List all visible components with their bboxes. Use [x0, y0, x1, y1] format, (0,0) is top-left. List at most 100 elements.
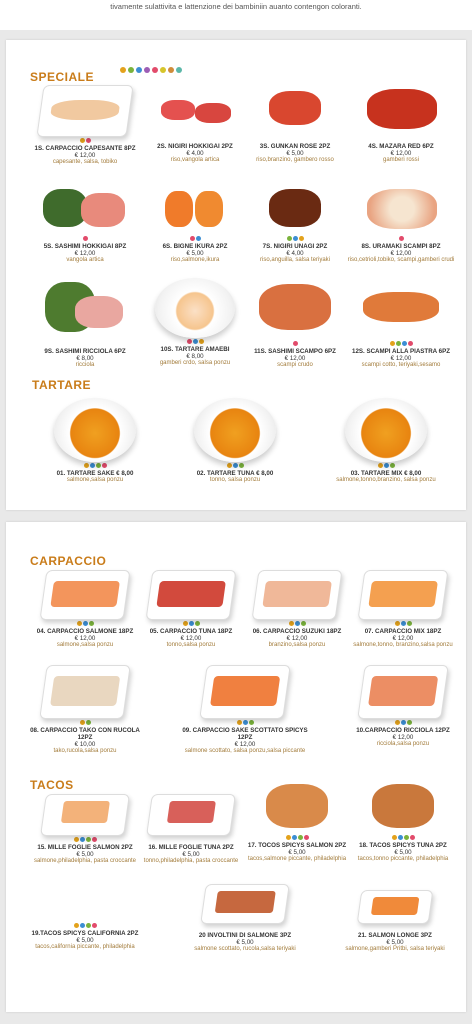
dish-image — [251, 85, 339, 135]
item-desc: riso,salmone,ikura — [170, 257, 220, 263]
dish-image — [357, 278, 445, 340]
item-desc: tacos,salmone piccante, philadelphia — [247, 856, 347, 862]
menu-item: 16. MILLE FOGLIE TUNA 2PZ € 5,00 tonno,p… — [136, 794, 246, 865]
allergen-icon — [144, 67, 150, 73]
item-price: € 12,00 — [390, 150, 412, 157]
menu-item: 18. TACOS SPICYS TUNA 2PZ € 5,00 tacos,t… — [348, 778, 458, 863]
item-desc: salmone scottato, salsa ponzu,salsa picc… — [184, 748, 306, 754]
allergen-icon — [176, 67, 182, 73]
dish-image — [151, 85, 239, 135]
item-desc: gamberi crdo, salsa ponzu — [159, 360, 231, 366]
dish-image — [39, 570, 131, 620]
dish-image — [256, 778, 338, 834]
item-desc: tonno,salsa ponzu — [166, 642, 216, 648]
item-price: € 12,00 — [392, 635, 414, 642]
item-name: 09. CARPACCIO SAKE SCOTTATO SPICYS 12PZ — [182, 727, 308, 741]
item-desc: tacos,california piccante, philadelphia — [35, 944, 135, 950]
section-title-carpaccio: CARPACCIO — [30, 554, 107, 568]
allergen-mini-icons — [140, 136, 250, 141]
allergen-mini-icons — [30, 720, 140, 725]
item-desc: ricciola,salsa ponzu — [376, 741, 430, 747]
allergen-icon — [168, 67, 174, 73]
item-desc: salmone,salsa ponzu — [56, 642, 114, 648]
dish-image — [345, 398, 427, 462]
item-name: 05. CARPACCIO TUNA 18PZ — [149, 628, 233, 635]
item-desc: riso,cetrioli,tobiko, scampi,gamberi cru… — [347, 257, 455, 263]
allergen-mini-icons — [180, 720, 310, 725]
allergen-mini-icons — [348, 621, 458, 626]
dish-image — [356, 890, 434, 924]
item-desc: tonno,philadelphia, pasta croccante — [143, 858, 239, 864]
allergen-mini-icons — [170, 463, 300, 468]
dish-image — [357, 570, 449, 620]
item-desc: riso,anguilla, salsa teriyaki — [259, 257, 331, 263]
menu-item: 15. MILLE FOGLIE SALMON 2PZ € 5,00 salmo… — [30, 794, 140, 865]
dish-image — [54, 398, 136, 462]
allergen-mini-icons — [140, 236, 250, 241]
dish-image — [251, 570, 343, 620]
dish-image — [39, 665, 131, 719]
item-price: € 4,00 — [186, 150, 204, 157]
allergen-mini-icons — [30, 621, 140, 626]
menu-item: 07. CARPACCIO MIX 18PZ € 12,00 salmone,t… — [348, 570, 458, 649]
dish-image — [41, 278, 129, 340]
allergen-mini-icons — [316, 463, 456, 468]
item-price: € 12,00 — [74, 250, 96, 257]
item-desc: scampi cotto, teriyaki,sesamo — [361, 362, 441, 368]
item-desc: tonno, salsa ponzu — [209, 477, 261, 483]
item-desc: capesante, salsa, tobiko — [52, 159, 118, 165]
menu-item: 1S. CARPACCIO CAPESANTE 8PZ € 12,00 cape… — [30, 85, 140, 166]
allergen-mini-icons — [346, 136, 456, 141]
menu-item: 20 INVOLTINI DI SALMONE 3PZ € 5,00 salmo… — [182, 884, 308, 953]
item-name: 5S. SASHIMI HOKKIGAI 8PZ — [43, 243, 127, 250]
dish-image — [251, 183, 339, 235]
item-name: 7S. NIGIRI UNAGI 2PZ — [262, 243, 328, 250]
item-price: € 5,00 — [386, 939, 404, 946]
item-name: 20 INVOLTINI DI SALMONE 3PZ — [198, 932, 292, 939]
item-price: € 12,00 — [390, 355, 412, 362]
allergen-mini-icons — [30, 138, 140, 143]
item-desc: tacos,tonno piccante, philadelphia — [357, 856, 449, 862]
dish-image — [199, 665, 291, 719]
menu-item: 17. TOCOS SPICYS SALMON 2PZ € 5,00 tacos… — [242, 778, 352, 863]
menu-item: 02. TARTARE TUNA € 8,00 tonno, salsa pon… — [170, 398, 300, 484]
dish-image — [36, 85, 134, 137]
item-name: 17. TOCOS SPICYS SALMON 2PZ — [247, 842, 347, 849]
dish-image — [151, 183, 239, 235]
menu-item: 05. CARPACCIO TUNA 18PZ € 12,00 tonno,sa… — [136, 570, 246, 649]
item-desc: gamberi rossi — [382, 157, 419, 163]
item-desc: scampi crudo — [277, 362, 313, 368]
dish-image — [251, 278, 339, 340]
item-price: € 5,00 — [394, 849, 412, 856]
menu-item: 10S. TARTARE AMAEBI € 8,00 gamberi crdo,… — [140, 278, 250, 367]
item-name: 03. TARTARE MIX € 8,00 — [350, 470, 422, 477]
item-price: € 5,00 — [186, 250, 204, 257]
item-desc: riso,branzino, gambero rosso — [256, 157, 334, 163]
item-name: 04. CARPACCIO SALMONE 18PZ — [36, 628, 134, 635]
item-price: € 5,00 — [286, 150, 304, 157]
item-name: 07. CARPACCIO MIX 18PZ — [364, 628, 442, 635]
item-name: 21. SALMON LONGE 3PZ — [358, 932, 432, 939]
allergen-icon — [120, 67, 126, 73]
menu-item: 11S. SASHIMI SCAMPO 6PZ € 12,00 scampi c… — [240, 278, 350, 369]
menu-item: 8S. URAMAKI SCAMPI 8PZ € 12,00 riso,cetr… — [346, 183, 456, 264]
item-name: 08. CARPACCIO TAKO CON RUCOLA 12PZ — [30, 727, 140, 741]
item-price: € 10,00 — [74, 741, 96, 748]
dish-image — [155, 278, 235, 338]
allergen-mini-icons — [240, 341, 350, 346]
menu-item: 03. TARTARE MIX € 8,00 salmone,tonno,bra… — [316, 398, 456, 484]
allergen-mini-icons — [30, 837, 140, 842]
menu-item: 12S. SCAMPI ALLA PIASTRA 6PZ € 12,00 sca… — [346, 278, 456, 369]
menu-item: 04. CARPACCIO SALMONE 18PZ € 12,00 salmo… — [30, 570, 140, 649]
top-note-text: tivamente sulattivita e lattenzione dei … — [110, 2, 362, 11]
menu-item: 4S. MAZARA RED 6PZ € 12,00 gamberi rossi — [346, 85, 456, 164]
item-price: € 8,00 — [76, 355, 94, 362]
allergen-mini-icons — [136, 837, 246, 842]
item-price: € 12,00 — [286, 635, 308, 642]
top-note: tivamente sulattivita e lattenzione dei … — [0, 0, 472, 30]
item-desc: salmone,gamberi Pritbi, salsa teriyaki — [345, 946, 445, 952]
item-price: € 5,00 — [76, 851, 94, 858]
menu-item: 08. CARPACCIO TAKO CON RUCOLA 12PZ € 10,… — [30, 665, 140, 755]
item-price: € 5,00 — [236, 939, 254, 946]
allergen-mini-icons — [182, 925, 308, 930]
